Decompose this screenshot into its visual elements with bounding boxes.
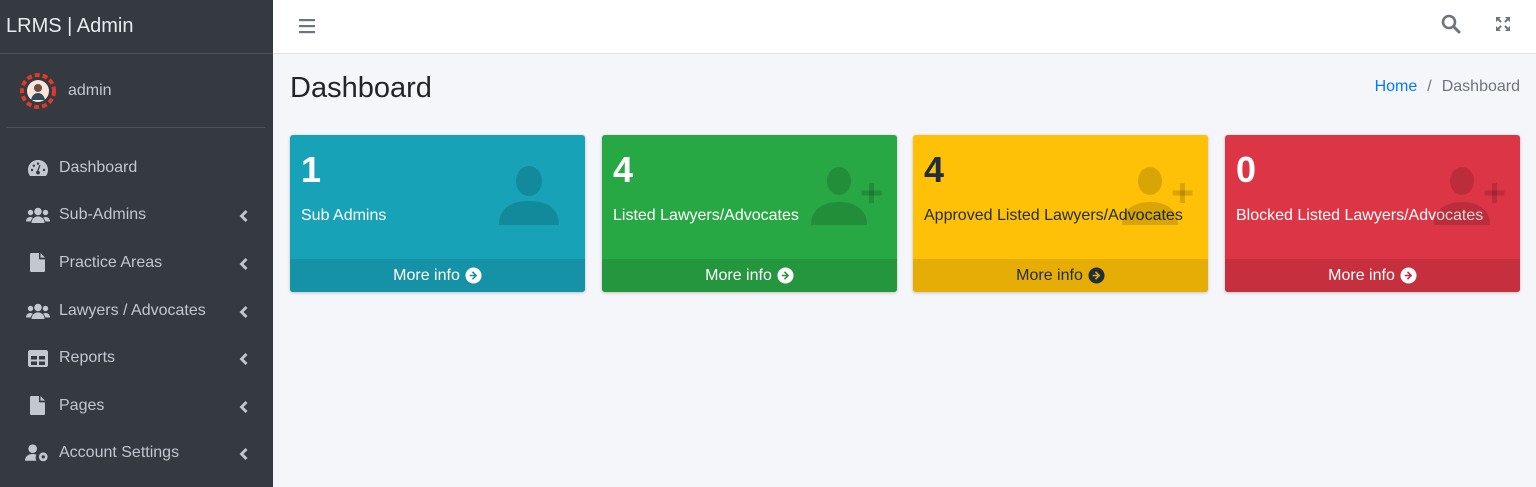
sidebar-item-label: Practice Areas [59, 253, 163, 271]
stat-value: 1 [301, 149, 322, 190]
top-navbar [273, 0, 1536, 54]
users-icon [25, 205, 50, 225]
stat-label: Listed Lawyers/Advocates [613, 207, 799, 224]
chevron-left-icon [238, 257, 248, 270]
arrow-circle-right-icon [1400, 267, 1417, 284]
stat-box-sub-admins: 1 Sub Admins More info [290, 135, 585, 292]
brand-link[interactable]: LRMS | Admin [0, 0, 273, 54]
breadcrumb-current: Dashboard [1441, 78, 1520, 95]
chevron-left-icon [238, 447, 248, 461]
sidebar-item-account-settings[interactable]: Account Settings [0, 430, 273, 478]
user-icon [499, 166, 559, 225]
stat-label: Sub Admins [301, 207, 387, 224]
arrow-circle-right-icon [465, 267, 482, 284]
sidebar-item-reports[interactable]: Reports [0, 334, 273, 382]
sidebar-item-label: Pages [59, 396, 105, 414]
sidebar-item-pages[interactable]: Pages [0, 382, 273, 430]
user-name: admin [68, 81, 112, 99]
file-icon [25, 253, 50, 273]
chevron-left-icon [238, 352, 248, 366]
tachometer-icon [25, 158, 50, 178]
sidebar-item-label: Account Settings [59, 444, 180, 462]
arrow-circle-right-icon [777, 267, 794, 284]
sidebar-item-label: Dashboard [59, 158, 138, 176]
user-plus-icon [1122, 167, 1193, 225]
more-info-link[interactable]: More info [602, 259, 897, 292]
chevron-left-icon [238, 400, 248, 413]
more-info-label: More info [705, 266, 772, 284]
arrow-circle-right-icon [1088, 267, 1105, 284]
user-plus-icon [1434, 167, 1505, 225]
more-info-link[interactable]: More info [1225, 259, 1520, 292]
page-title: Dashboard [290, 72, 432, 104]
breadcrumb-home-link[interactable]: Home [1375, 78, 1418, 96]
sidebar-item-label: Reports [59, 349, 116, 367]
hamburger-icon[interactable] [298, 15, 316, 37]
expand-icon[interactable] [1492, 13, 1514, 35]
user-panel[interactable]: admin [6, 54, 265, 128]
breadcrumb: Home / Dashboard [1375, 78, 1520, 96]
chevron-left-icon [238, 209, 248, 223]
more-info-link[interactable]: More info [913, 259, 1208, 292]
sidebar-item-dashboard[interactable]: Dashboard [0, 144, 273, 192]
sidebar-item-practice-areas[interactable]: Practice Areas [0, 239, 273, 287]
more-info-label: More info [1016, 266, 1083, 284]
search-icon[interactable] [1440, 13, 1462, 35]
stat-value: 4 [924, 149, 945, 190]
more-info-link[interactable]: More info [290, 259, 585, 292]
more-info-label: More info [393, 266, 460, 284]
stat-box-approved-lawyers: 4 Approved Listed Lawyers/Advocates More… [913, 135, 1208, 292]
sidebar-item-lawyers-advocates[interactable]: Lawyers / Advocates [0, 287, 273, 335]
stat-value: 4 [613, 149, 634, 190]
chevron-left-icon [238, 305, 248, 318]
stat-box-listed-lawyers: 4 Listed Lawyers/Advocates More info [602, 135, 897, 292]
sidebar: LRMS | Admin admin Dashboard Sub-Admins [0, 0, 273, 487]
breadcrumb-separator: / [1427, 78, 1432, 95]
user-plus-icon [811, 167, 882, 225]
users-icon [25, 301, 50, 321]
sidebar-item-label: Lawyers / Advocates [59, 301, 206, 319]
table-icon [25, 348, 50, 368]
avatar [20, 72, 56, 109]
more-info-label: More info [1328, 266, 1395, 284]
sidebar-item-sub-admins[interactable]: Sub-Admins [0, 192, 273, 240]
file-icon [25, 396, 50, 416]
brand-title: LRMS | Admin [6, 15, 134, 37]
stat-box-blocked-lawyers: 0 Blocked Listed Lawyers/Advocates More … [1225, 135, 1520, 292]
sidebar-item-label: Sub-Admins [59, 206, 147, 224]
stat-value: 0 [1236, 149, 1257, 190]
sidebar-nav: Dashboard Sub-Admins Practice Areas Lawy… [0, 144, 273, 477]
user-cog-icon [25, 443, 50, 463]
